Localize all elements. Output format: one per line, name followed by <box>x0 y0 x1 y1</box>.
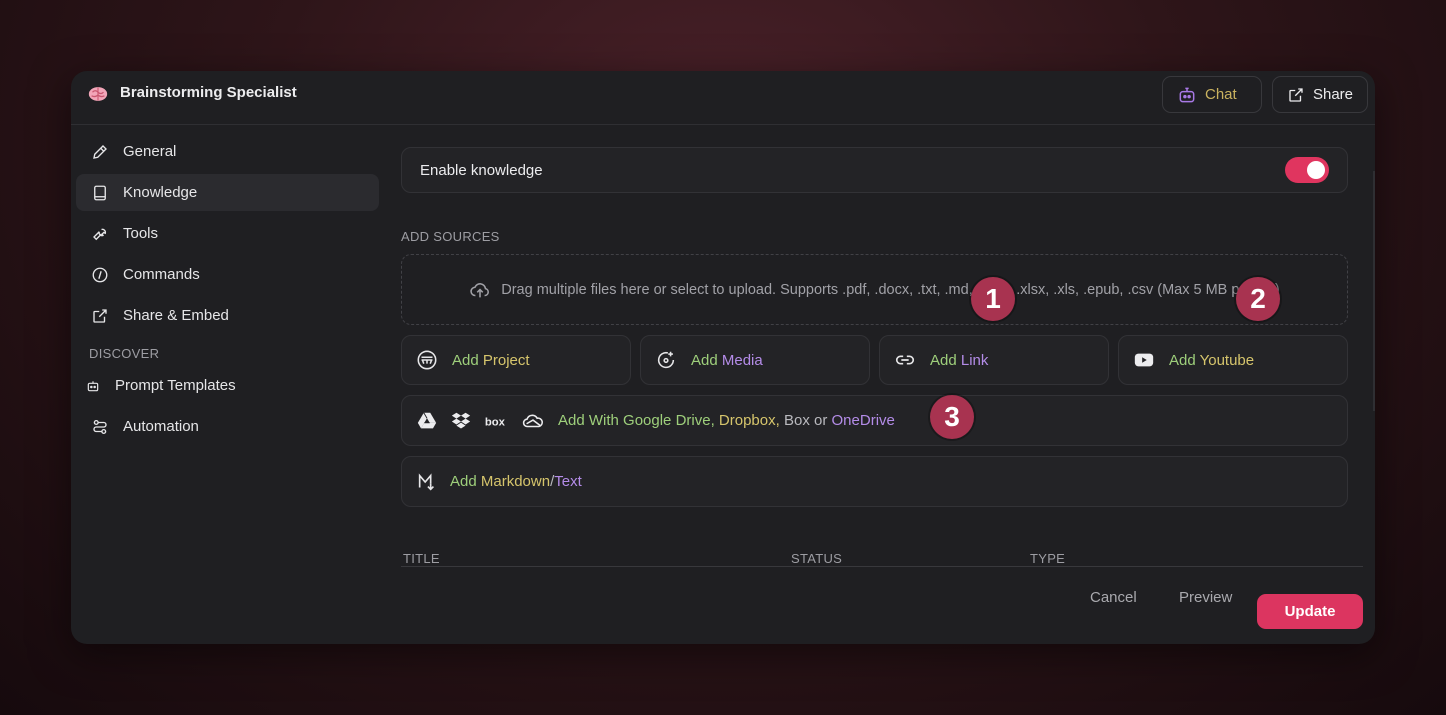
app-title: Brainstorming Specialist <box>120 84 297 101</box>
slash-command-icon <box>92 267 108 282</box>
source-buttons: Add Project Add Media Add Link Add Youtu… <box>401 335 1348 385</box>
add-markdown-prefix: Add <box>450 473 477 490</box>
robot-chat-icon <box>1179 87 1195 102</box>
svg-text:box: box <box>485 416 506 428</box>
file-dropzone[interactable]: Drag multiple files here or select to up… <box>401 254 1348 325</box>
share-icon <box>93 308 107 323</box>
youtube-icon <box>1134 353 1154 367</box>
sidebar-item-label: Commands <box>123 266 200 283</box>
annotation-badge-1: 1 <box>971 277 1015 321</box>
chat-button-label: Chat <box>1205 86 1237 103</box>
cancel-button[interactable]: Cancel <box>1090 589 1137 606</box>
google-drive-icon <box>417 412 437 428</box>
update-button[interactable]: Update <box>1257 594 1363 629</box>
preview-button[interactable]: Preview <box>1179 589 1232 606</box>
markdown-label: Markdown <box>480 473 551 490</box>
sidebar-item-label: General <box>123 143 177 160</box>
enable-knowledge-row: Enable knowledge <box>401 147 1348 193</box>
sidebar-item-label: Share & Embed <box>123 307 229 324</box>
title-bar: Brainstorming Specialist Chat Share <box>71 71 1375 125</box>
settings-window: Brainstorming Specialist Chat Share Gene… <box>71 71 1375 644</box>
sidebar-item-label: Prompt Templates <box>115 377 236 394</box>
link-icon <box>895 355 915 365</box>
knowledge-panel: Enable knowledge ADD SOURCES Drag multip… <box>401 147 1363 567</box>
sidebar-item-share-embed[interactable]: Share & Embed <box>76 297 379 334</box>
add-cloud-storage-button[interactable]: box Add With Google Drive, Dropbox, Box … <box>401 395 1348 446</box>
add-youtube-button[interactable]: Add Youtube <box>1118 335 1348 385</box>
add-project-button[interactable]: Add Project <box>401 335 631 385</box>
discover-section-label: DISCOVER <box>89 346 160 361</box>
add-youtube-prefix: Add <box>1169 351 1196 369</box>
cloud-upload-icon <box>470 282 490 297</box>
cloud-storage-text: Add With Google Drive, Dropbox, Box or O… <box>558 412 895 429</box>
add-project-prefix: Add <box>452 351 479 369</box>
add-link-button[interactable]: Add Link <box>879 335 1109 385</box>
add-sources-label: ADD SOURCES <box>401 229 500 244</box>
scrollbar[interactable] <box>1373 171 1375 411</box>
add-link-prefix: Add <box>930 351 957 369</box>
onedrive-label: OneDrive <box>831 412 895 429</box>
add-media-button[interactable]: Add Media <box>640 335 870 385</box>
project-icon <box>417 350 437 370</box>
toggle-knob <box>1307 161 1325 179</box>
annotation-badge-2: 2 <box>1236 277 1280 321</box>
brain-icon <box>88 87 108 101</box>
share-button[interactable]: Share <box>1272 76 1368 113</box>
text-label: Text <box>554 473 582 490</box>
sidebar-item-general[interactable]: General <box>76 133 379 170</box>
or-label: or <box>814 412 828 429</box>
add-markdown-button[interactable]: Add Markdown/Text <box>401 456 1348 507</box>
sidebar-item-label: Tools <box>123 225 159 242</box>
sidebar-item-automation[interactable]: Automation <box>76 408 379 445</box>
book-icon <box>94 185 106 200</box>
box-label: Box <box>783 412 810 429</box>
box-icon: box <box>485 416 506 428</box>
automation-icon <box>93 419 107 434</box>
dropbox-icon <box>451 412 471 429</box>
onedrive-icon <box>522 414 543 427</box>
chat-button[interactable]: Chat <box>1162 76 1262 113</box>
markdown-icon <box>418 472 435 491</box>
sidebar: General Knowledge Tools Commands Share &… <box>76 133 379 449</box>
dropzone-text: Drag multiple files here or select to up… <box>501 281 1280 298</box>
add-project-label: Project <box>482 351 530 369</box>
column-status: STATUS <box>791 551 843 566</box>
sidebar-item-label: Knowledge <box>123 184 198 201</box>
enable-knowledge-label: Enable knowledge <box>420 161 543 179</box>
annotation-badge-3: 3 <box>930 395 974 439</box>
media-icon <box>657 351 675 369</box>
column-type: TYPE <box>1030 551 1066 566</box>
enable-knowledge-toggle[interactable] <box>1285 157 1329 183</box>
sidebar-item-commands[interactable]: Commands <box>76 256 379 293</box>
add-media-label: Media <box>721 351 763 369</box>
robot-icon <box>87 380 99 391</box>
add-media-prefix: Add <box>691 351 718 369</box>
sidebar-item-prompt-templates[interactable]: Prompt Templates <box>76 367 379 404</box>
column-title: TITLE <box>403 551 440 566</box>
pencil-icon <box>93 144 107 159</box>
sidebar-item-tools[interactable]: Tools <box>76 215 379 252</box>
wrench-icon <box>93 228 107 240</box>
share-button-label: Share <box>1312 86 1353 103</box>
dropbox-label: Dropbox, <box>718 412 780 429</box>
share-icon <box>1289 87 1303 102</box>
add-youtube-label: Youtube <box>1199 351 1255 369</box>
sidebar-item-label: Automation <box>123 418 199 435</box>
cloud-prefix: Add With <box>558 412 619 429</box>
sources-table-header: TITLE STATUS TYPE <box>401 551 1363 567</box>
google-drive-label: Google Drive, <box>623 412 715 429</box>
add-link-label: Link <box>960 351 989 369</box>
sidebar-item-knowledge[interactable]: Knowledge <box>76 174 379 211</box>
